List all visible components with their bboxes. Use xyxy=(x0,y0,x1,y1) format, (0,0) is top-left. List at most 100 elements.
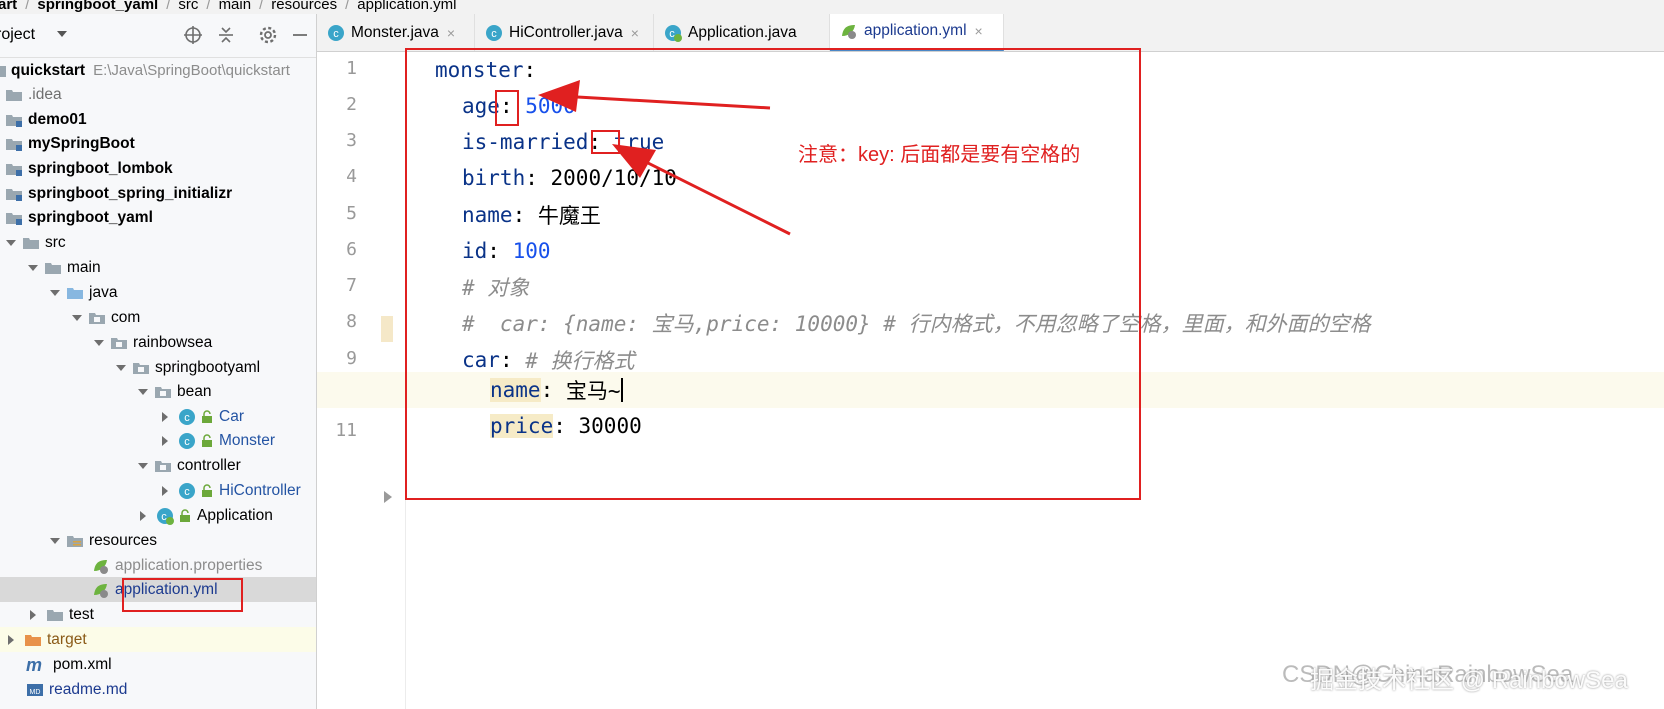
tree-label-module: springboot_yaml xyxy=(28,208,153,226)
tree-label-bean: bean xyxy=(177,382,212,400)
tab-label: Monster.java xyxy=(351,23,439,41)
annotation-box-space-married xyxy=(591,130,620,154)
tree-label-controller: controller xyxy=(177,456,241,474)
breadcrumb-separator: / xyxy=(166,0,171,13)
breadcrumb-item-project[interactable]: art xyxy=(0,0,17,13)
line-number: 5 xyxy=(346,203,357,224)
collapsed-arrow-icon[interactable] xyxy=(136,509,150,523)
expand-arrow-icon[interactable] xyxy=(70,311,84,325)
expand-arrow-icon[interactable] xyxy=(4,236,18,250)
breadcrumb-separator: / xyxy=(259,0,264,13)
tree-row-pom[interactable]: m pom.xml xyxy=(0,652,316,677)
svg-text:MD: MD xyxy=(30,689,41,696)
collapsed-arrow-icon[interactable] xyxy=(26,608,40,622)
package-icon xyxy=(155,386,171,398)
tree-label-java: java xyxy=(89,283,118,301)
project-panel-title[interactable]: roject xyxy=(0,26,35,44)
spring-config-icon xyxy=(94,583,108,598)
tree-row-src[interactable]: src xyxy=(0,230,316,255)
tab-application-java[interactable]: c Application.java xyxy=(654,14,830,51)
breadcrumb: art / springboot_yaml / src / main / res… xyxy=(0,0,457,14)
spring-boot-class-icon: c xyxy=(665,24,682,42)
class-icon: c xyxy=(179,408,195,425)
collapsed-arrow-icon[interactable] xyxy=(4,633,18,647)
expand-arrow-icon[interactable] xyxy=(26,261,40,275)
tree-row-application[interactable]: c Application xyxy=(0,503,316,528)
package-icon xyxy=(155,460,171,472)
tab-hicontroller-java[interactable]: c HiController.java × xyxy=(475,14,654,51)
svg-text:c: c xyxy=(184,486,190,498)
expand-arrow-icon[interactable] xyxy=(136,385,150,399)
line-number: 3 xyxy=(346,130,357,151)
expand-arrow-icon[interactable] xyxy=(92,336,106,350)
tab-application-yml[interactable]: application.yml × xyxy=(830,14,1004,51)
tree-row-main[interactable]: main xyxy=(0,255,316,280)
folder-icon xyxy=(0,65,6,77)
tree-row-springbootyaml[interactable]: springbootyaml xyxy=(0,355,316,380)
minimize-icon[interactable] xyxy=(290,25,310,45)
line-number: 9 xyxy=(346,348,357,369)
svg-text:c: c xyxy=(491,28,497,40)
tree-row-bean[interactable]: bean xyxy=(0,379,316,404)
tree-row-controller[interactable]: controller xyxy=(0,453,316,478)
project-panel-header: roject xyxy=(0,14,316,58)
expand-arrow-icon[interactable] xyxy=(48,286,62,300)
tree-row-car[interactable]: c Car xyxy=(0,404,316,429)
breadcrumb-item-file[interactable]: application.yml xyxy=(357,0,456,13)
breadcrumb-item-resources[interactable]: resources xyxy=(271,0,337,13)
unlock-icon xyxy=(202,483,212,497)
unlock-icon xyxy=(202,409,212,423)
tree-label-app-properties: application.properties xyxy=(115,556,263,574)
expand-arrow-icon[interactable] xyxy=(48,534,62,548)
close-icon[interactable]: × xyxy=(447,25,455,41)
module-folder-icon xyxy=(6,188,22,201)
tree-row-module[interactable]: springboot_yaml xyxy=(0,205,316,230)
gear-icon[interactable] xyxy=(258,25,278,45)
expand-arrow-icon[interactable] xyxy=(136,459,150,473)
change-marker-icon xyxy=(381,316,393,342)
expand-arrow-icon[interactable] xyxy=(114,361,128,375)
chevron-down-icon[interactable] xyxy=(56,28,68,40)
tab-monster-java[interactable]: c Monster.java × xyxy=(317,14,475,51)
tree-row-hicontroller[interactable]: c HiController xyxy=(0,478,316,503)
tree-label-idea: .idea xyxy=(28,85,62,103)
annotation-note: 注意：key: 后面都是要有空格的 xyxy=(798,144,1081,166)
tree-row-app-properties[interactable]: application.properties xyxy=(0,553,316,578)
tree-label-root: quickstart xyxy=(11,61,86,79)
tree-row-target[interactable]: target xyxy=(0,627,316,652)
breadcrumb-item-main[interactable]: main xyxy=(219,0,252,13)
collapsed-arrow-icon[interactable] xyxy=(158,484,172,498)
collapse-all-icon[interactable] xyxy=(216,25,236,45)
collapsed-arrow-icon[interactable] xyxy=(158,434,172,448)
collapsed-arrow-icon[interactable] xyxy=(158,410,172,424)
module-folder-icon xyxy=(6,212,22,225)
tree-row-java[interactable]: java xyxy=(0,280,316,305)
tree-row-module[interactable]: springboot_lombok xyxy=(0,156,316,181)
tree-row-root[interactable]: quickstart E:\Java\SpringBoot\quickstart xyxy=(0,58,316,83)
spring-config-icon xyxy=(94,559,108,574)
tree-row-module[interactable]: demo01 xyxy=(0,107,316,132)
breadcrumb-item-module[interactable]: springboot_yaml xyxy=(37,0,158,13)
folder-icon xyxy=(45,262,61,274)
tree-label-springbootyaml: springbootyaml xyxy=(155,358,261,376)
tree-row-resources[interactable]: resources xyxy=(0,528,316,553)
tree-row-rainbowsea[interactable]: rainbowsea xyxy=(0,330,316,355)
tree-row-readme[interactable]: MD readme.md xyxy=(0,677,316,702)
close-icon[interactable]: × xyxy=(975,23,983,39)
tree-row-module[interactable]: mySpringBoot xyxy=(0,131,316,156)
tree-label-target: target xyxy=(47,630,87,648)
locate-icon[interactable] xyxy=(183,25,203,45)
breadcrumb-marker-icon xyxy=(384,491,392,503)
close-icon[interactable]: × xyxy=(631,25,639,41)
spring-config-icon xyxy=(842,25,856,39)
breadcrumb-separator: / xyxy=(345,0,350,13)
tree-row-module[interactable]: springboot_spring_initializr xyxy=(0,181,316,206)
tree-row-idea[interactable]: .idea xyxy=(0,82,316,107)
breadcrumb-item-src[interactable]: src xyxy=(178,0,198,13)
tree-label-src: src xyxy=(45,233,66,251)
tree-label-module: demo01 xyxy=(28,110,87,128)
class-icon: c xyxy=(179,432,195,449)
tree-row-monster[interactable]: c Monster xyxy=(0,428,316,453)
tree-row-com[interactable]: com xyxy=(0,305,316,330)
line-number: 1 xyxy=(346,58,357,79)
